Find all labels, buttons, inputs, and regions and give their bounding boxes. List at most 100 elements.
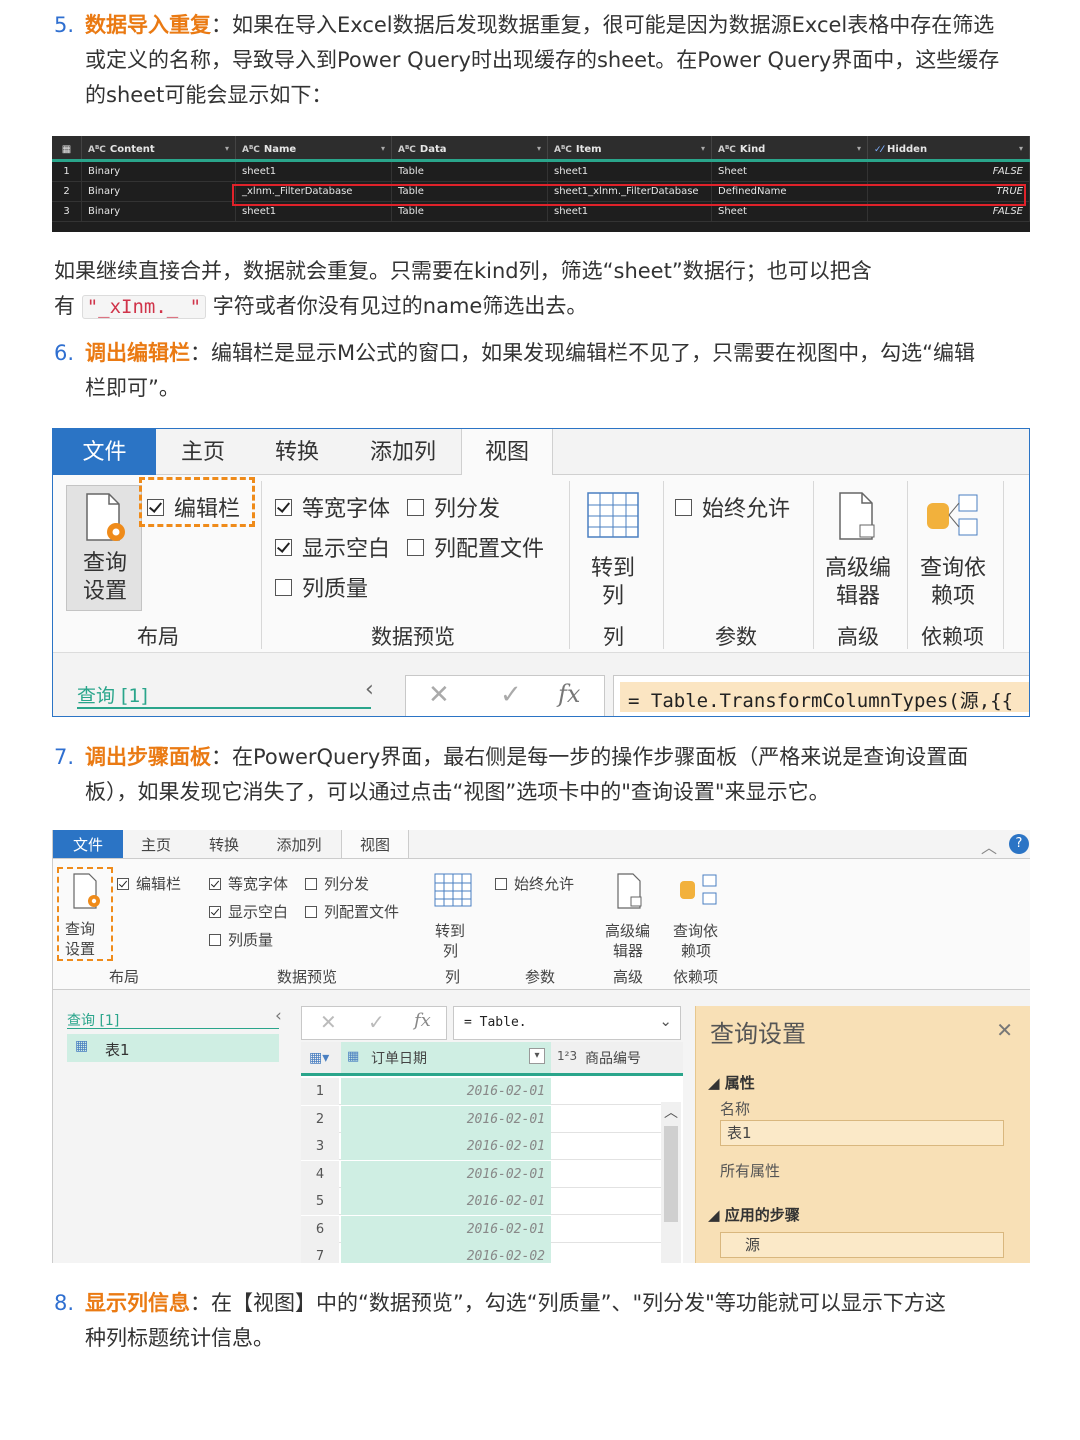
tab-home[interactable]: 主页 <box>163 429 243 475</box>
commit-check-icon[interactable]: ✓ <box>500 680 522 710</box>
collapse-chevron-icon[interactable]: ‹ <box>275 1006 282 1026</box>
advanced-editor-button[interactable]: 高级编 辑器 <box>603 873 657 963</box>
monospace-checkbox[interactable]: 等宽字体 <box>275 491 390 523</box>
date-cell[interactable]: 2016-02-01 <box>341 1215 551 1243</box>
formula-buttons: ✕ ✓ fx <box>301 1006 447 1040</box>
all-properties-link[interactable]: 所有属性 <box>720 1160 780 1181</box>
scroll-up-icon[interactable]: ︿ <box>664 1102 678 1122</box>
applied-step-item[interactable]: 源 <box>720 1232 1004 1258</box>
tab-view[interactable]: 视图 <box>461 429 553 476</box>
item-text: ：在PowerQuery界面，最右侧是每一步的操作步骤面板（严格来说是查询设置面 <box>211 745 969 769</box>
date-cell[interactable]: 2016-02-01 <box>341 1160 551 1188</box>
queries-label[interactable]: 查询 [1] <box>77 681 148 708</box>
show-whitespace-checkbox[interactable]: 显示空白 <box>209 901 288 922</box>
tab-file[interactable]: 文件 <box>53 429 156 475</box>
data-grid: ▦▾ ▦ 订单日期 ▾ 1²3 商品编号 1 2016-02-01 2 2016-02… <box>301 1042 683 1263</box>
column-header[interactable]: ▦ 订单日期 ▾ <box>341 1042 551 1073</box>
formula-bar-input[interactable]: = Table. ⌄ <box>453 1006 681 1040</box>
date-cell[interactable]: 2016-02-01 <box>341 1105 551 1133</box>
column-header[interactable]: 1²3 商品编号 <box>553 1042 683 1073</box>
query-dependencies-button[interactable]: 查询依 赖项 <box>669 873 729 963</box>
checkbox-checked-icon <box>209 905 221 918</box>
table-row[interactable]: 1 2016-02-01 <box>301 1078 661 1105</box>
column-profile-checkbox[interactable]: 列配置文件 <box>407 531 544 563</box>
checkbox-checked-icon <box>275 498 292 516</box>
name-input[interactable]: 表1 <box>720 1120 1004 1146</box>
formula-bar-checkbox[interactable]: 编辑栏 <box>117 873 181 894</box>
column-header[interactable]: AᴮC Content ▾ <box>82 136 236 159</box>
tab-file[interactable]: 文件 <box>53 830 123 858</box>
collapse-ribbon-icon[interactable]: ︿ <box>981 834 997 858</box>
column-distribution-checkbox[interactable]: 列分发 <box>305 873 369 894</box>
column-profile-checkbox[interactable]: 列配置文件 <box>305 901 399 922</box>
column-quality-checkbox[interactable]: 列质量 <box>209 929 273 950</box>
column-header[interactable]: AᴮC Item ▾ <box>548 136 712 159</box>
checkbox-empty-icon <box>407 538 424 556</box>
table-row[interactable]: 4 2016-02-01 <box>301 1160 661 1188</box>
table-row[interactable]: 7 2016-02-02 <box>301 1243 661 1263</box>
tab-home[interactable]: 主页 <box>133 830 179 858</box>
table-row[interactable]: 2 2016-02-01 <box>301 1105 661 1133</box>
section-properties[interactable]: ◢ 属性 <box>708 1072 755 1093</box>
monospace-checkbox[interactable]: 等宽字体 <box>209 873 288 894</box>
fx-icon[interactable]: fx <box>558 680 580 708</box>
item-text: 的sheet可能会显示如下： <box>85 83 333 107</box>
scrollbar-thumb[interactable] <box>664 1126 678 1222</box>
date-type-icon: ▦ <box>347 1049 360 1064</box>
fx-icon[interactable]: fx <box>414 1010 431 1031</box>
table-row[interactable]: 3 2016-02-01 <box>301 1133 661 1160</box>
date-cell[interactable]: 2016-02-01 <box>341 1188 551 1215</box>
table-menu-icon[interactable]: ▦▾ <box>309 1050 329 1066</box>
commit-check-icon[interactable]: ✓ <box>368 1010 385 1034</box>
query-item[interactable]: ▦ 表1 <box>67 1034 279 1062</box>
queries-label[interactable]: 查询 [1] <box>67 1010 119 1030</box>
goto-column-button[interactable]: 转到 列 <box>431 873 475 963</box>
advanced-editor-button[interactable]: 高级编 辑器 <box>821 491 895 611</box>
column-quality-checkbox[interactable]: 列质量 <box>275 571 368 603</box>
tab-transform[interactable]: 转换 <box>199 830 249 858</box>
formula-bar-input[interactable]: = Table.TransformColumnTypes(源,{{ <box>613 675 1029 716</box>
table-row[interactable]: 6 2016-02-01 <box>301 1215 661 1243</box>
close-icon[interactable]: ✕ <box>996 1018 1013 1042</box>
column-header[interactable]: AᴮC Name ▾ <box>236 136 392 159</box>
date-cell[interactable]: 2016-02-01 <box>341 1078 551 1105</box>
table-row[interactable]: 5 2016-02-01 <box>301 1188 661 1215</box>
panel-title: 查询设置 <box>710 1020 806 1048</box>
expand-chevron-icon[interactable]: ⌄ <box>659 1012 672 1030</box>
item-number: 5. <box>54 13 75 37</box>
query-settings-button[interactable]: 查询 设置 <box>66 485 142 611</box>
note-text: 如果继续直接合并，数据就会重复。只需要在kind列，筛选“sheet”数据行；也… <box>54 259 872 283</box>
tab-transform[interactable]: 转换 <box>257 429 337 475</box>
dropdown-arrow-icon: ▾ <box>1018 144 1023 153</box>
section-applied-steps[interactable]: ◢ 应用的步骤 <box>708 1204 800 1225</box>
group-label: 布局 <box>137 625 179 649</box>
ribbon-tabs: 文件 主页 转换 添加列 视图 <box>53 429 1029 476</box>
ribbon-body: 查询 设置 编辑栏 等宽字体 列分发 显示空白 列配置文件 列质量 转到 列 始… <box>53 858 1030 990</box>
column-header[interactable]: AᴮC Kind ▾ <box>712 136 868 159</box>
table-menu-icon[interactable]: ▦ <box>52 136 82 159</box>
collapse-chevron-icon[interactable]: ‹ <box>365 677 374 702</box>
tab-view[interactable]: 视图 <box>341 830 409 858</box>
scrollbar[interactable]: ︿ <box>661 1102 681 1263</box>
column-header[interactable]: AᴮC Data ▾ <box>392 136 548 159</box>
query-dependencies-button[interactable]: 查询依 赖项 <box>915 491 991 611</box>
item-number: 6. <box>54 341 75 365</box>
dropdown-arrow-icon[interactable]: ▾ <box>529 1048 545 1064</box>
tab-add-column[interactable]: 添加列 <box>267 830 331 858</box>
date-cell[interactable]: 2016-02-01 <box>341 1133 551 1160</box>
group-label: 依赖项 <box>921 625 984 649</box>
cancel-x-icon[interactable]: ✕ <box>320 1010 337 1034</box>
always-allow-checkbox[interactable]: 始终允许 <box>675 491 790 523</box>
table-row[interactable]: 1 Binary sheet1 Table sheet1 Sheet FALSE <box>52 162 1030 182</box>
row-number: 1 <box>301 1078 339 1105</box>
column-header[interactable]: ✓⁄ Hidden ▾ <box>868 136 1030 159</box>
goto-column-button[interactable]: 转到 列 <box>581 491 645 611</box>
always-allow-checkbox[interactable]: 始终允许 <box>495 873 574 894</box>
show-whitespace-checkbox[interactable]: 显示空白 <box>275 531 390 563</box>
help-icon[interactable]: ? <box>1009 834 1029 854</box>
column-distribution-checkbox[interactable]: 列分发 <box>407 491 500 523</box>
cancel-x-icon[interactable]: ✕ <box>428 680 450 710</box>
table-icon: ▦ <box>75 1038 89 1054</box>
tab-add-column[interactable]: 添加列 <box>353 429 453 475</box>
date-cell[interactable]: 2016-02-02 <box>341 1243 551 1263</box>
